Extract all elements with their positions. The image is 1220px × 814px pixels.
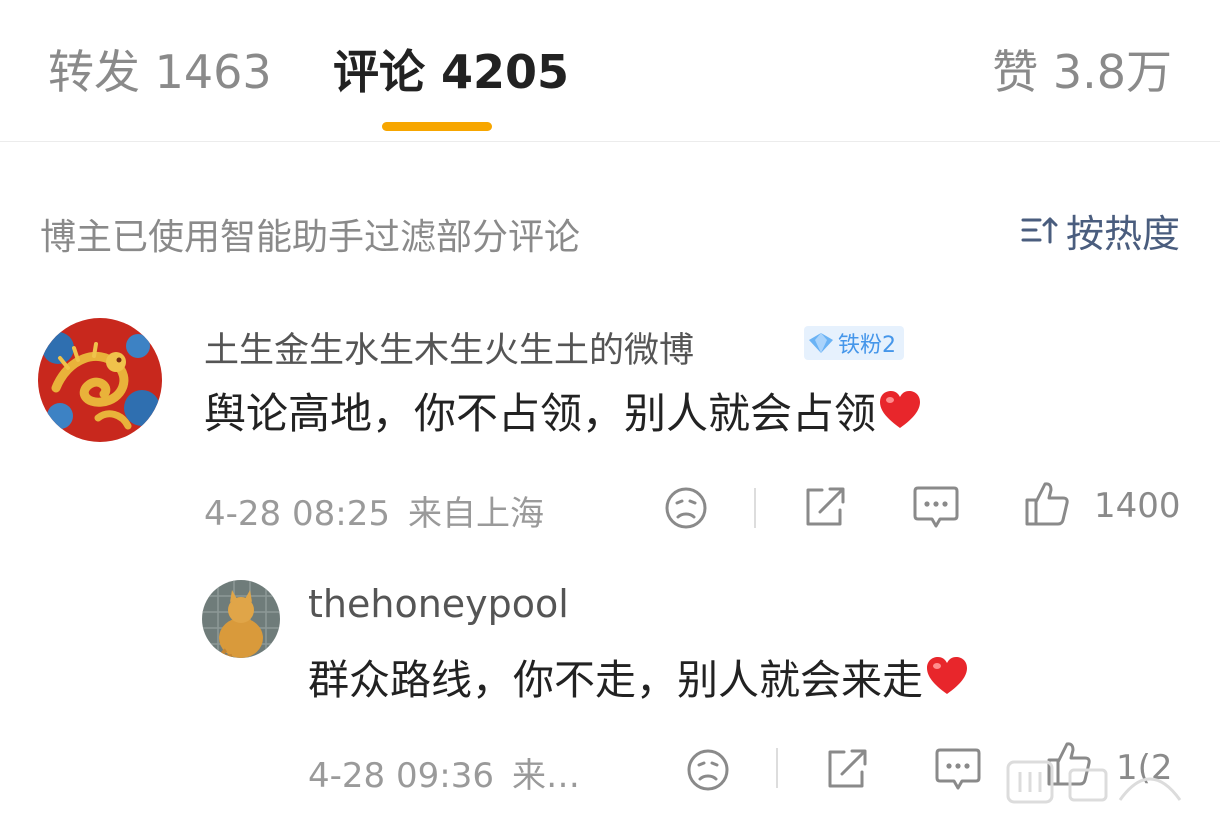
filter-note: 博主已使用智能助手过滤部分评论: [40, 217, 581, 258]
comment-text: 舆论高地，你不占领，别人就会占领: [204, 386, 922, 442]
tab-comments[interactable]: 评论 4205: [333, 44, 569, 100]
share-icon[interactable]: [802, 484, 848, 528]
fan-badge-label: 铁粉2: [838, 333, 896, 358]
comment-filter-bar: 博主已使用智能助手过滤部分评论 按热度: [0, 200, 1220, 260]
action-divider: [776, 748, 778, 788]
tab-bar: 转发 1463 评论 4205 赞 3.8万: [0, 0, 1220, 142]
share-icon[interactable]: [824, 746, 870, 790]
comment-icon[interactable]: [934, 746, 982, 792]
comment-time: 4-28 09:36: [308, 756, 494, 796]
username[interactable]: 土生金生水生木生火生土的微博: [204, 322, 694, 373]
comment-text-content: 舆论高地，你不占领，别人就会占领: [204, 389, 877, 438]
comment-item: 土生金生水生木生火生土的微博 铁粉2 舆论高地，你不占领，别人就会占领 4-28…: [0, 318, 1220, 538]
action-divider: [754, 488, 756, 528]
comment-location: 来…: [511, 756, 580, 796]
like-count: 1400: [1094, 486, 1181, 526]
sort-label: 按热度: [1065, 211, 1180, 256]
diamond-icon: [809, 333, 833, 353]
tab-repost[interactable]: 转发 1463: [48, 44, 272, 100]
dislike-face-icon[interactable]: [686, 748, 730, 792]
comment-meta: 4-28 08:25 来自上海: [204, 486, 544, 535]
fan-badge[interactable]: 铁粉2: [804, 326, 904, 360]
avatar[interactable]: [202, 580, 280, 658]
watermark-logo: [1006, 760, 1182, 804]
avatar[interactable]: [38, 318, 162, 442]
username[interactable]: thehoneypool: [308, 582, 569, 626]
comment-meta: 4-28 09:36 来…: [308, 748, 580, 797]
dislike-face-icon[interactable]: [664, 486, 708, 530]
active-tab-indicator: [382, 122, 492, 131]
heart-emoji-icon: [880, 391, 921, 428]
comment-icon[interactable]: [912, 484, 960, 530]
tab-likes[interactable]: 赞 3.8万: [992, 44, 1172, 100]
sort-icon: [1021, 217, 1058, 244]
thumbs-up-icon[interactable]: [1024, 480, 1070, 528]
comment-text-content: 群众路线，你不走，别人就会来走: [308, 656, 923, 704]
comment-time: 4-28 08:25: [204, 494, 390, 534]
comment-text: 群众路线，你不走，别人就会来走: [308, 652, 969, 708]
heart-emoji-icon: [927, 657, 967, 694]
sort-button[interactable]: 按热度: [1020, 206, 1180, 256]
comment-location: 来自上海: [407, 494, 544, 534]
